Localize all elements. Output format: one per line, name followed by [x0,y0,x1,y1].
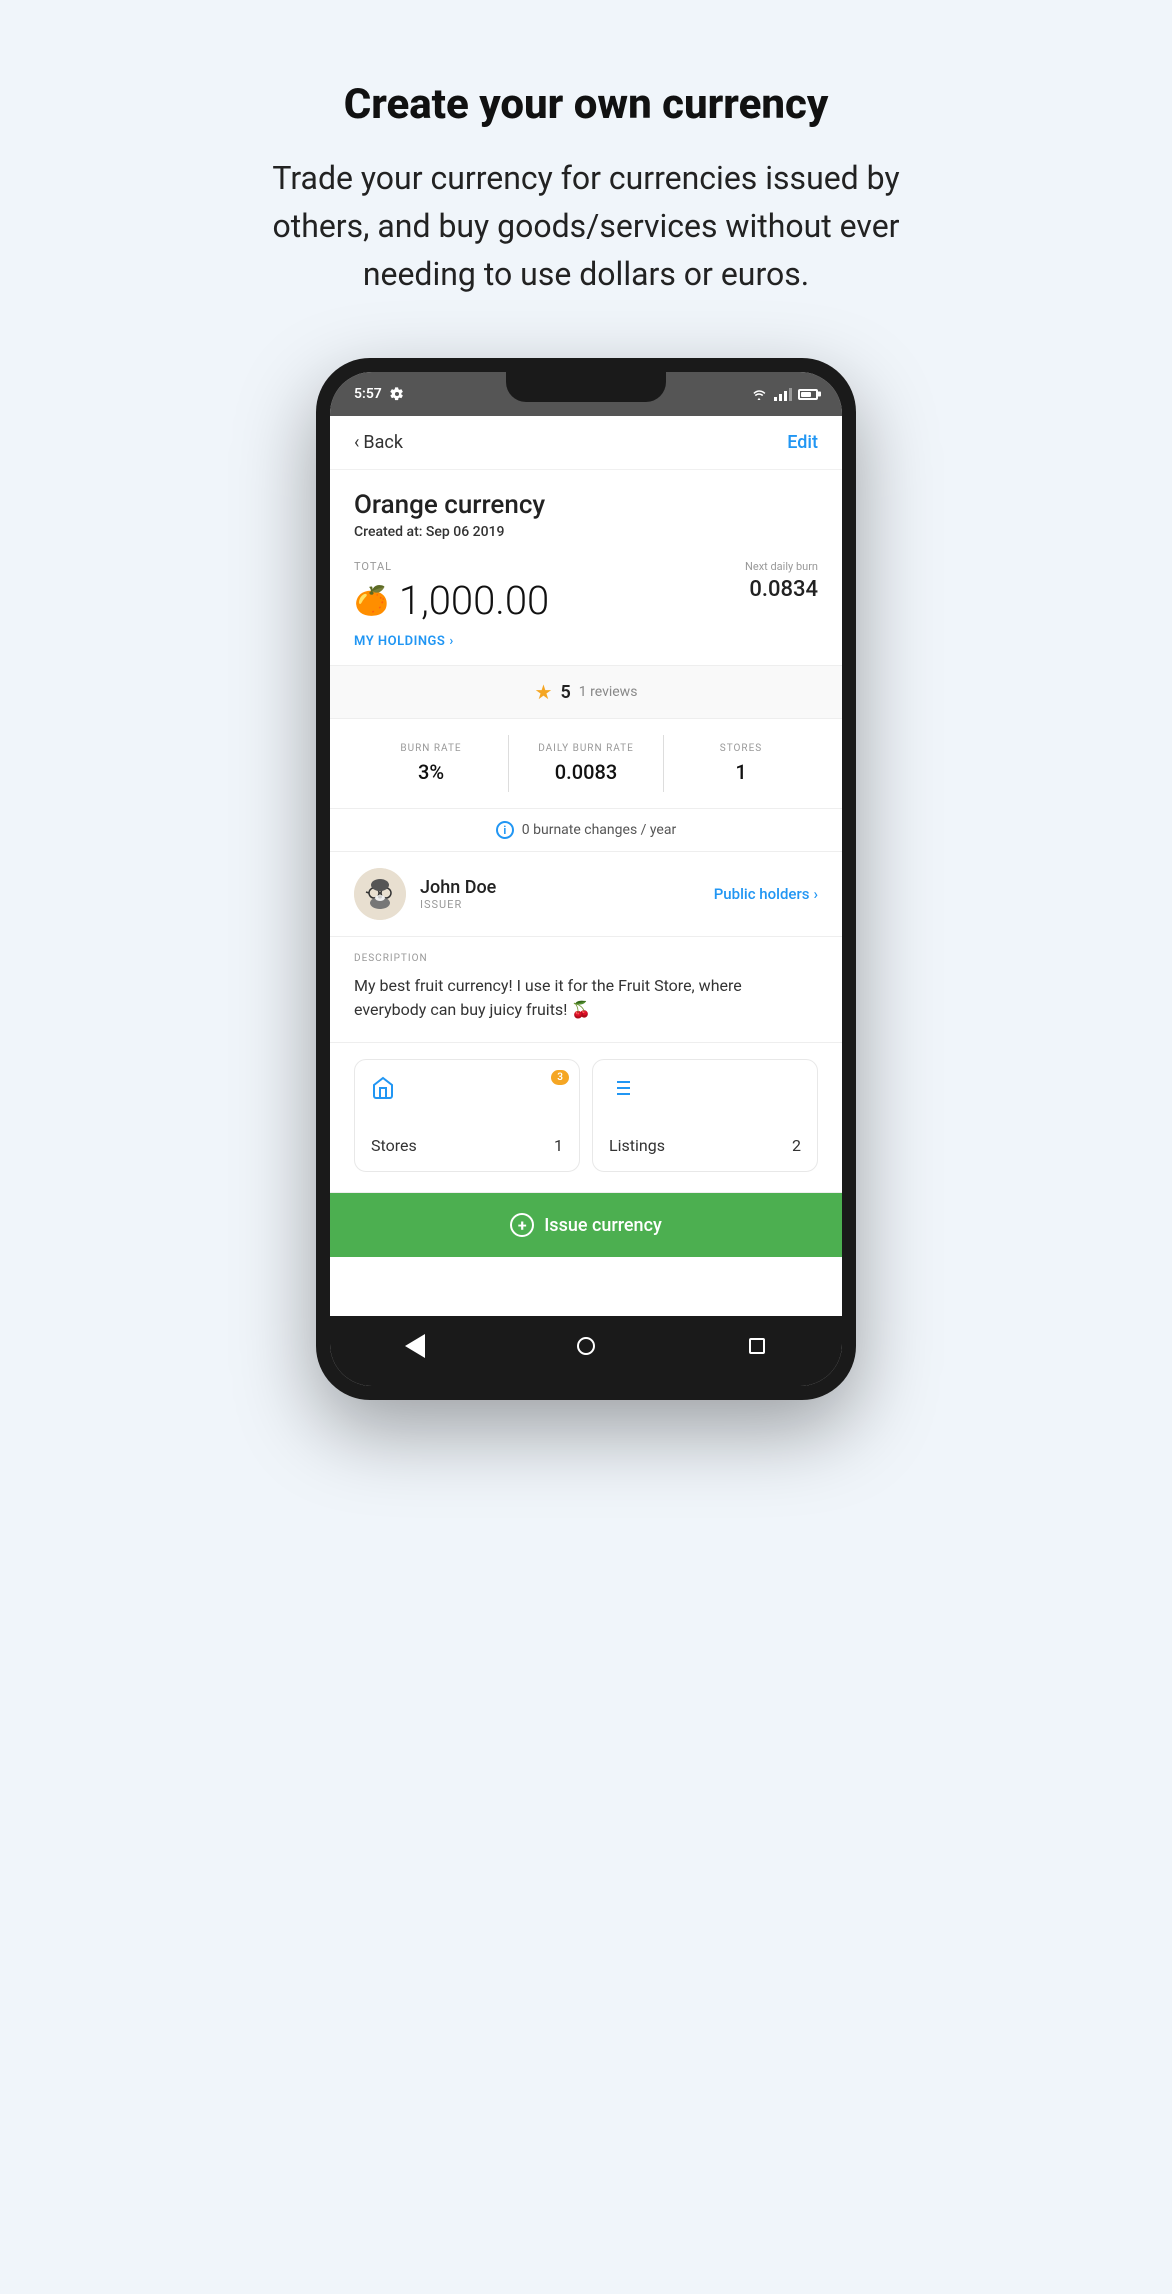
rating-value: 5 [560,682,570,703]
page-subheadline: Trade your currency for currencies issue… [236,154,936,298]
nav-back-icon[interactable] [403,1334,427,1358]
wifi-icon [750,387,768,401]
currency-header: Orange currency Created at: Sep 06 2019 … [330,470,842,665]
my-holdings-label: MY HOLDINGS [354,634,445,649]
phone-inner: 5:57 [330,372,842,1386]
next-burn-value: 0.0834 [745,577,818,602]
created-at-date: Sep 06 2019 [426,524,505,540]
nav-bar: ‹ Back Edit [330,416,842,470]
stores-card[interactable]: 3 Stores 1 [354,1059,580,1172]
daily-burn-value: 0.0083 [509,760,663,784]
burn-rate-stat: BURN RATE 3% [354,735,509,792]
stores-card-badge: 3 [551,1070,569,1085]
star-icon: ★ [535,680,553,704]
issue-plus-icon: + [510,1213,534,1237]
listings-card[interactable]: Listings 2 [592,1059,818,1172]
phone-shell: 5:57 [316,358,856,1400]
page-headline: Create your own currency [344,80,829,130]
status-bar-right [750,387,818,401]
burn-rate-value: 3% [354,760,508,784]
public-holders-link[interactable]: Public holders › [714,885,818,903]
issuer-role: ISSUER [420,898,700,911]
back-chevron-icon: ‹ [354,432,359,453]
public-holders-chevron-icon: › [813,885,818,903]
issuer-name: John Doe [420,877,700,898]
signal-icon [774,387,792,401]
bottom-nav [330,1316,842,1386]
description-label: DESCRIPTION [354,953,818,964]
total-row: TOTAL 🍊 1,000.00 Next daily burn 0.0834 [354,560,818,624]
stores-stat: STORES 1 [664,735,818,792]
amount-value: 1,000.00 [399,577,549,624]
back-button[interactable]: ‹ Back [354,432,403,453]
my-holdings-link[interactable]: MY HOLDINGS › [354,634,818,649]
issuer-section: John Doe ISSUER Public holders › [330,852,842,937]
nav-recent-icon[interactable] [745,1334,769,1358]
stores-card-value: 1 [554,1136,563,1155]
daily-burn-label: DAILY BURN RATE [509,743,663,754]
public-holders-label: Public holders [714,885,810,903]
stores-card-label: Stores [371,1136,417,1155]
rating-reviews: 1 reviews [579,684,638,700]
total-label: TOTAL [354,560,549,573]
issue-currency-button[interactable]: + Issue currency [330,1193,842,1257]
stats-section: BURN RATE 3% DAILY BURN RATE 0.0083 STOR… [330,719,842,809]
issue-btn-label: Issue currency [544,1215,662,1236]
back-label: Back [363,432,403,453]
cards-grid: 3 Stores 1 [330,1043,842,1193]
burnate-info: i 0 burnate changes / year [330,809,842,852]
created-at-label: Created at: [354,524,422,540]
burn-rate-label: BURN RATE [354,743,508,754]
daily-burn-stat: DAILY BURN RATE 0.0083 [509,735,664,792]
notch [506,372,666,402]
currency-name: Orange currency [354,490,818,520]
list-icon [609,1076,801,1106]
gear-icon [390,387,404,401]
listings-card-value: 2 [792,1136,801,1155]
store-icon [371,1076,563,1106]
app-content: ‹ Back Edit Orange currency Created at: … [330,416,842,1316]
nav-home-icon[interactable] [574,1334,598,1358]
next-burn-block: Next daily burn 0.0834 [745,560,818,602]
stores-value: 1 [664,760,818,784]
description-text: My best fruit currency! I use it for the… [354,974,818,1022]
created-at: Created at: Sep 06 2019 [354,524,818,540]
total-block: TOTAL 🍊 1,000.00 [354,560,549,624]
my-holdings-chevron-icon: › [449,634,453,649]
status-bar-left: 5:57 [354,386,404,402]
avatar [354,868,406,920]
status-time: 5:57 [354,386,382,402]
description-section: DESCRIPTION My best fruit currency! I us… [330,937,842,1043]
rating-section[interactable]: ★ 5 1 reviews [330,665,842,719]
orange-emoji: 🍊 [354,584,389,617]
next-burn-label: Next daily burn [745,560,818,573]
battery-icon [798,389,818,400]
burnate-info-text: 0 burnate changes / year [522,822,676,838]
avatar-face-icon [354,868,406,920]
page-wrapper: Create your own currency Trade your curr… [0,40,1172,1440]
listings-card-label: Listings [609,1136,665,1155]
status-bar: 5:57 [330,372,842,416]
issuer-info: John Doe ISSUER [420,877,700,911]
edit-button[interactable]: Edit [787,432,818,453]
total-amount-row: 🍊 1,000.00 [354,577,549,624]
info-icon: i [496,821,514,839]
stores-label: STORES [664,743,818,754]
